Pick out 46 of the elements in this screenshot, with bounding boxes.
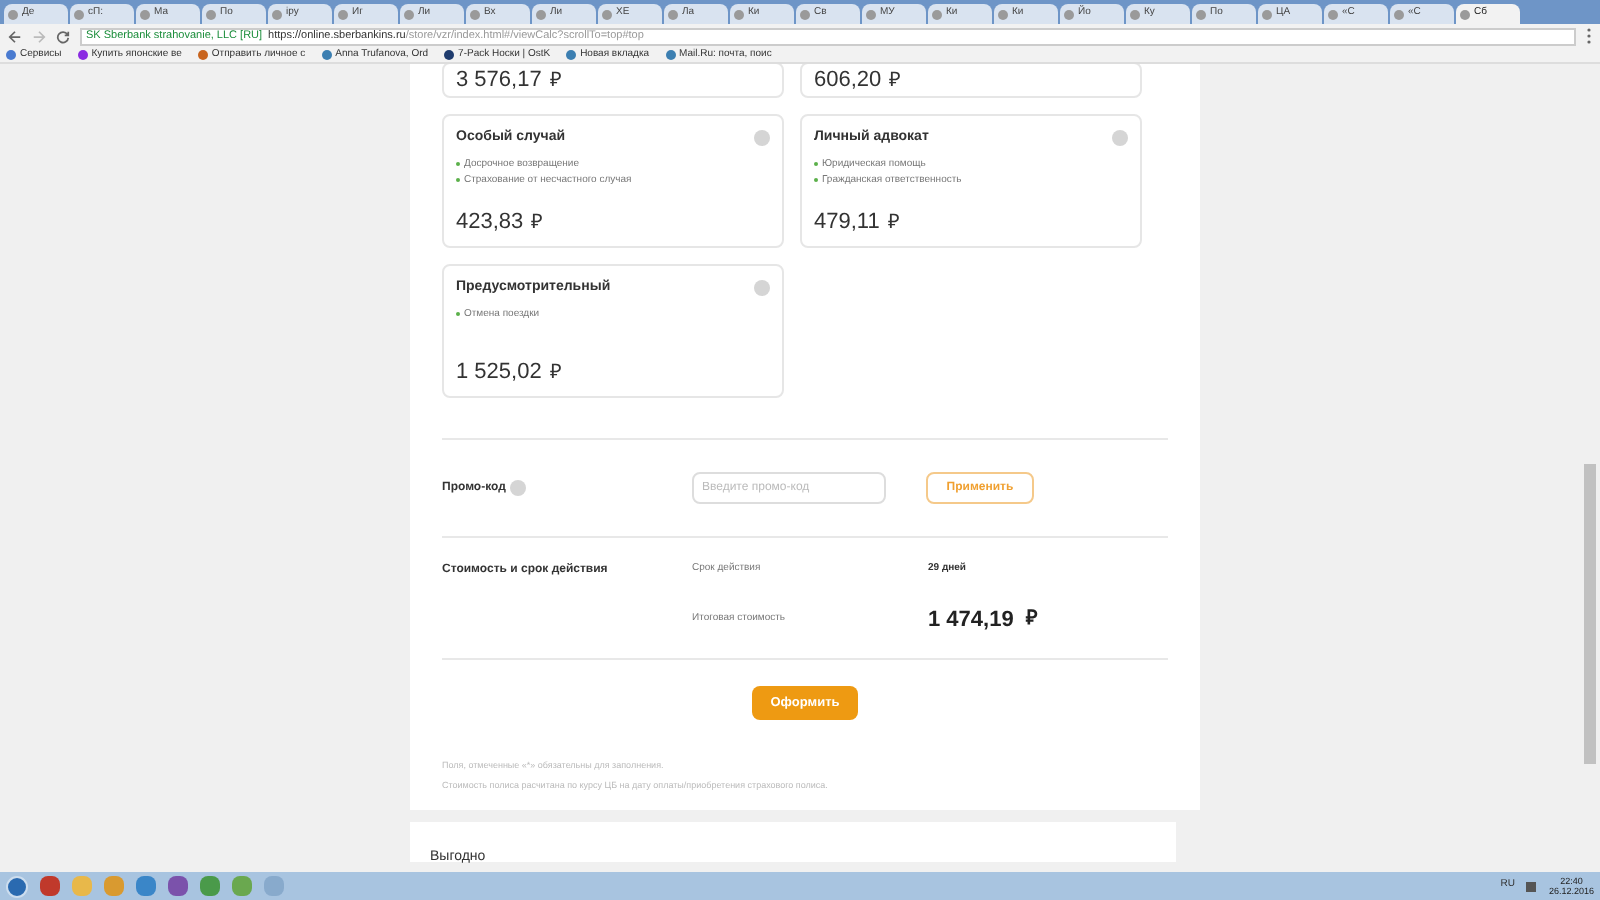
favicon-icon	[1064, 9, 1074, 19]
price: 479,11	[814, 208, 880, 236]
favicon-icon	[338, 9, 348, 19]
favicon-icon	[932, 9, 942, 19]
help-icon[interactable]	[754, 130, 770, 147]
price: 1 525,02	[456, 358, 542, 386]
currency-sign: ₽	[549, 360, 562, 388]
currency-sign: ₽	[531, 210, 544, 238]
favicon-icon	[74, 9, 84, 19]
favicon-icon	[536, 9, 546, 19]
favicon-icon	[1196, 9, 1206, 19]
forward-arrow-icon[interactable]	[32, 29, 46, 43]
favicon-icon	[272, 9, 282, 19]
favicon-icon	[8, 9, 18, 19]
favicon-icon	[866, 9, 876, 19]
favicon-icon	[602, 9, 612, 19]
favicon-icon	[800, 9, 810, 19]
favicon-icon	[1328, 9, 1338, 19]
reload-icon[interactable]	[56, 29, 70, 43]
currency-sign: ₽	[887, 210, 900, 238]
option-card[interactable]: 606,20 ₽	[800, 64, 1142, 98]
favicon-icon	[404, 9, 414, 19]
currency-sign: ₽	[889, 68, 902, 96]
price: 423,83	[456, 208, 524, 236]
price: 3 576,17	[456, 66, 542, 94]
favicon-icon	[1394, 9, 1404, 19]
back-arrow-icon[interactable]	[8, 29, 22, 43]
favicon-icon	[1460, 9, 1470, 19]
favicon-icon	[470, 9, 480, 19]
favicon-icon	[668, 9, 678, 19]
favicon-icon	[206, 9, 216, 19]
currency-sign: ₽	[1025, 606, 1038, 635]
start-button[interactable]	[6, 875, 28, 897]
favicon-icon	[998, 9, 1008, 19]
menu-icon[interactable]	[1586, 28, 1592, 44]
help-icon[interactable]	[1112, 130, 1128, 147]
currency-sign: ₽	[549, 68, 562, 96]
total-price: 1 474,19	[928, 605, 1014, 635]
price: 606,20	[814, 66, 882, 94]
help-icon[interactable]	[754, 280, 770, 297]
help-icon[interactable]	[509, 480, 526, 496]
favicon-icon	[734, 9, 744, 19]
favicon-icon	[1262, 9, 1272, 19]
favicon-icon	[140, 9, 150, 19]
favicon-icon	[1130, 9, 1140, 19]
option-card[interactable]: 3 576,17 ₽	[442, 64, 784, 98]
